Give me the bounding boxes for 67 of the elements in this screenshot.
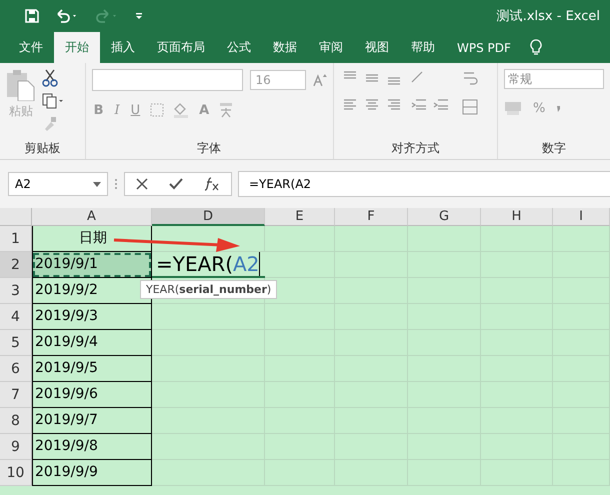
column-header[interactable]: G [408,208,481,226]
check-icon[interactable] [168,178,183,190]
row-header[interactable]: 5 [0,330,32,356]
row-header[interactable]: 7 [0,382,32,408]
table-cell: 2019/9/5 [32,356,152,382]
window-title: 测试.xlsx - Excel [496,8,601,25]
column-header[interactable]: H [481,208,553,226]
row-header[interactable]: 4 [0,304,32,330]
ribbon-tab[interactable]: 公式 [216,32,262,63]
font-field[interactable] [92,69,244,91]
row-header[interactable]: 1 [0,226,32,252]
border-icon[interactable] [149,102,166,118]
select-all-corner[interactable] [0,208,32,226]
group-label: 数字 [541,140,567,157]
scissors-icon[interactable] [42,69,58,87]
number-format-field[interactable]: 常规 [504,69,604,89]
row-header[interactable]: 2 [0,252,32,278]
column-header[interactable]: I [553,208,610,226]
group-label: 剪贴板 [23,140,62,157]
formula-field[interactable]: =YEAR(A2 [238,171,610,197]
customize-icon[interactable] [134,11,144,21]
function-tooltip: YEAR(serial_number) [140,280,278,299]
table-cell: 2019/9/9 [32,460,152,486]
table-cell: 2019/9/6 [32,382,152,408]
table-cell: 2019/9/8 [32,434,152,460]
ribbon-tab[interactable]: 数据 [262,32,308,63]
save-icon[interactable] [24,8,40,24]
grow-font-icon[interactable] [312,73,327,87]
phonetic-icon[interactable] [218,101,234,119]
currency-icon[interactable] [504,100,524,116]
ribbon-tab[interactable]: 页面布局 [146,32,216,63]
ribbon-tab[interactable]: 视图 [354,32,400,63]
ribbon-tab[interactable]: 插入 [100,32,146,63]
table-cell [265,252,335,278]
row-header[interactable]: 8 [0,408,32,434]
table-cell [553,226,610,252]
merge-icon[interactable] [462,99,478,115]
cell-editor[interactable]: =YEAR(A2 [152,252,265,278]
column-header[interactable]: D [152,208,265,226]
ribbon-tab[interactable]: 开始 [54,32,100,63]
copy-icon[interactable] [42,93,64,109]
format-painter-icon[interactable] [42,115,58,131]
table-cell [265,226,335,252]
column-header[interactable]: A [32,208,152,226]
function-icon[interactable] [204,177,220,191]
column-header[interactable]: F [335,208,408,226]
row-header[interactable]: 3 [0,278,32,304]
table-cell: 2019/9/1 [32,252,152,278]
table-cell: 2019/9/3 [32,304,152,330]
cancel-icon[interactable] [136,178,148,190]
row-header[interactable]: 9 [0,434,32,460]
column-header[interactable]: E [265,208,335,226]
row-header[interactable]: 10 [0,460,32,486]
row-header[interactable]: 6 [0,356,32,382]
table-cell: 2019/9/4 [32,330,152,356]
ribbon-tab[interactable]: WPS PDF [446,32,522,63]
ribbon-tab[interactable]: 帮助 [400,32,446,63]
more-icon [114,177,118,191]
table-cell [481,226,553,252]
ribbon-tab[interactable]: 审阅 [308,32,354,63]
group-label: 对齐方式 [390,140,440,157]
group-label: 字体 [196,140,222,157]
lightbulb-icon[interactable] [530,39,542,55]
ribbon-tab[interactable]: 文件 [8,32,54,63]
name-box[interactable]: A2 [8,172,108,196]
table-cell: 2019/9/7 [32,408,152,434]
fill-color-icon[interactable] [172,102,190,118]
